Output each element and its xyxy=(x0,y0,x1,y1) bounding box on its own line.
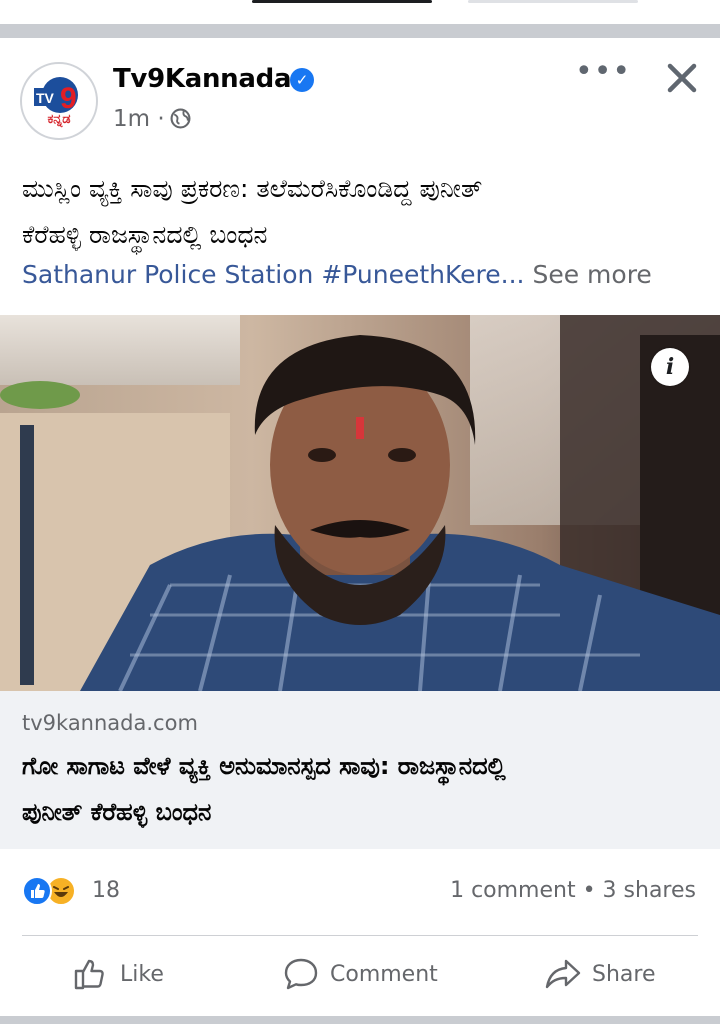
tab-indicator xyxy=(252,0,432,3)
logo-kannada-label: ಕನ್ನಡ xyxy=(47,112,71,127)
action-bar: Like Comment Share xyxy=(0,936,720,1016)
top-strip xyxy=(0,0,720,38)
reaction-count: 18 xyxy=(92,878,120,903)
page-name[interactable]: Tv9Kannada xyxy=(113,64,292,94)
page-avatar[interactable]: TV 9 ಕನ್ನಡ xyxy=(20,62,98,140)
like-label: Like xyxy=(120,961,164,987)
post-photo[interactable]: i xyxy=(0,315,720,691)
like-thumb-icon xyxy=(74,959,104,990)
bottom-strip xyxy=(0,1016,720,1024)
comment-bubble-icon xyxy=(284,958,318,990)
more-options-button[interactable]: ••• xyxy=(575,57,630,92)
post-text: ಮುಸ್ಲಿಂ ವ್ಯಕ್ತಿ ಸಾವು ಪ್ರಕರಣ: ತಲೆಮರೆಸಿಕೊಂ… xyxy=(22,166,702,258)
hashtag-link[interactable]: Sathanur Police Station #PuneethKere... xyxy=(22,260,525,289)
globe-icon xyxy=(170,108,191,129)
link-title-line: ಪುನೀತ್ ಕೆರೆಹಳ್ಳಿ ಬಂಧನ xyxy=(22,798,212,826)
link-preview[interactable]: tv9kannada.com ಗೋ ಸಾಗಾಟ ವೇಳೆ ವ್ಯಕ್ತಿ ಅನು… xyxy=(0,691,720,849)
share-arrow-icon xyxy=(545,959,581,989)
link-title: ಗೋ ಸಾಗಾಟ ವೇಳೆ ವ್ಯಕ್ತಿ ಅನುಮಾನಸ್ಪದ ಸಾವು: ರ… xyxy=(22,743,702,835)
post-text-line: ಮುಸ್ಲಿಂ ವ್ಯಕ್ತಿ ಸಾವು ಪ್ರಕರಣ: ತಲೆಮರೆಸಿಕೊಂ… xyxy=(22,174,483,203)
verified-badge-icon: ✓ xyxy=(290,68,314,92)
post-hashtag-line: Sathanur Police Station #PuneethKere... … xyxy=(22,260,712,289)
comment-button[interactable]: Comment xyxy=(282,952,438,996)
person-photo-image xyxy=(0,315,720,691)
share-label: Share xyxy=(592,961,656,987)
tab-indicator xyxy=(468,0,638,3)
post-timestamp[interactable]: 1m · xyxy=(113,106,165,132)
svg-text:9: 9 xyxy=(60,82,77,114)
post-card: TV 9 ಕನ್ನಡ Tv9Kannada ✓ 1m · ••• ಮುಸ್ಲಿಂ… xyxy=(0,38,720,1016)
see-more-link[interactable]: See more xyxy=(525,260,651,289)
comment-share-stats[interactable]: 1 comment • 3 shares xyxy=(450,878,696,903)
share-button[interactable]: Share xyxy=(544,952,656,996)
svg-text:TV: TV xyxy=(36,90,55,106)
tv9-logo-icon: TV 9 xyxy=(34,77,78,114)
close-icon[interactable] xyxy=(662,58,702,98)
post-text-line: ಕೆರೆಹಳ್ಳಿ ರಾಜಸ್ಥಾನದಲ್ಲಿ ಬಂಧನ xyxy=(22,220,268,249)
link-domain: tv9kannada.com xyxy=(22,711,198,735)
like-button[interactable]: Like xyxy=(72,952,164,996)
link-title-line: ಗೋ ಸಾಗಾಟ ವೇಳೆ ವ್ಯಕ್ತಿ ಅನುಮಾನಸ್ಪದ ಸಾವು: ರ… xyxy=(22,752,506,780)
comment-label: Comment xyxy=(330,961,438,987)
info-button[interactable]: i xyxy=(651,348,689,386)
like-reaction-icon xyxy=(22,876,52,906)
